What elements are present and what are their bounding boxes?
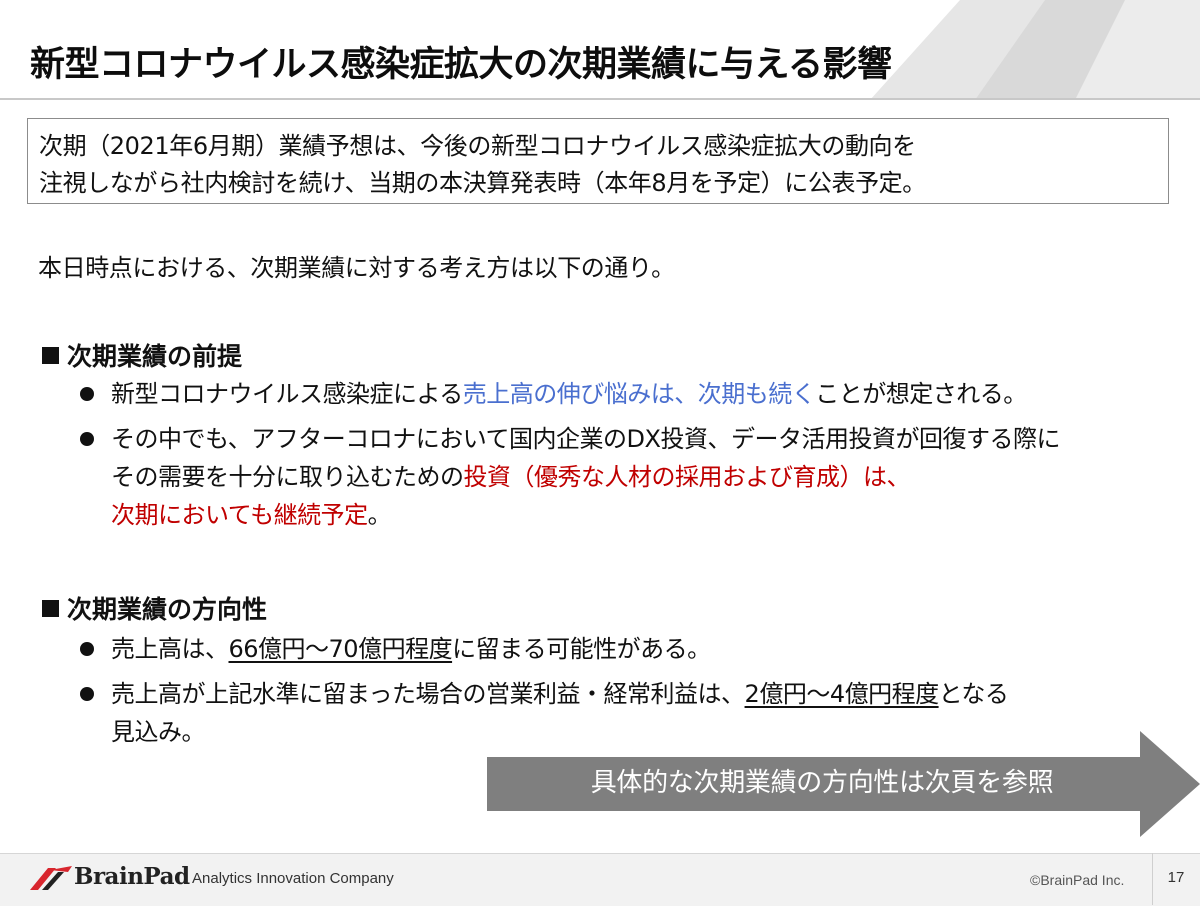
next-page-callout-label: 具体的な次期業績の方向性は次頁を参照 bbox=[590, 768, 1054, 798]
copyright-text: ©BrainPad Inc. bbox=[1030, 872, 1125, 888]
direction-bullet-2-pre: 売上高が上記水準に留まった場合の営業利益・経常利益は、 bbox=[111, 680, 745, 708]
direction-section-heading: 次期業績の方向性 bbox=[42, 590, 267, 626]
premise-heading-label: 次期業績の前提 bbox=[67, 342, 243, 371]
bullet-dot-icon bbox=[80, 687, 94, 701]
corner-decoration bbox=[870, 0, 1200, 100]
intro-text: 本日時点における、次期業績に対する考え方は以下の通り。 bbox=[38, 254, 675, 282]
premise-bullet-2-line-3-post: 。 bbox=[367, 501, 392, 529]
direction-bullet-1-underlined: 66億円～70億円程度 bbox=[228, 635, 453, 663]
slide-title: 新型コロナウイルス感染症拡大の次期業績に与える影響 bbox=[30, 45, 892, 85]
direction-bullet-2-post: となる bbox=[938, 680, 1009, 708]
premise-bullet-1-highlight: 売上高の伸び悩みは、次期も続く bbox=[462, 380, 816, 408]
square-bullet-icon bbox=[42, 346, 59, 364]
notice-line-1: 次期（2021年6月期）業績予想は、今後の新型コロナウイルス感染症拡大の動向を bbox=[39, 132, 916, 160]
direction-bullet-1-text: 売上高は、66億円～70億円程度に留まる可能性がある。 bbox=[111, 630, 711, 668]
direction-bullet-1-pre: 売上高は、 bbox=[111, 635, 229, 663]
square-bullet-icon bbox=[42, 599, 59, 617]
premise-bullet-2-line-3: 次期においても継続予定。 bbox=[111, 496, 1060, 534]
direction-bullet-1-post: に留まる可能性がある。 bbox=[452, 635, 711, 663]
premise-bullet-2-line-2-highlight: 投資（優秀な人材の採用および育成）は、 bbox=[463, 463, 911, 491]
premise-bullet-2-line-1: その中でも、アフターコロナにおいて国内企業のDX投資、データ活用投資が回復する際… bbox=[111, 425, 1060, 453]
direction-bullet-2-underlined: 2億円～4億円程度 bbox=[744, 680, 940, 708]
direction-bullet-1: 売上高は、66億円～70億円程度に留まる可能性がある。 bbox=[80, 630, 711, 668]
premise-section-heading: 次期業績の前提 bbox=[42, 337, 242, 373]
title-divider bbox=[0, 98, 1200, 100]
brainpad-logo-icon bbox=[30, 866, 72, 890]
company-tagline: Analytics Innovation Company bbox=[192, 870, 394, 887]
premise-bullet-2-line-2: その需要を十分に取り込むための投資（優秀な人材の採用および育成）は、 bbox=[111, 458, 1060, 496]
bullet-dot-icon bbox=[80, 642, 94, 656]
brainpad-logo-text: BrainPad bbox=[74, 863, 190, 890]
premise-bullet-2-text: その中でも、アフターコロナにおいて国内企業のDX投資、データ活用投資が回復する際… bbox=[111, 420, 1060, 534]
premise-bullet-1-pre: 新型コロナウイルス感染症による bbox=[111, 380, 463, 408]
forecast-notice-box: 次期（2021年6月期）業績予想は、今後の新型コロナウイルス感染症拡大の動向を … bbox=[27, 118, 1169, 204]
premise-bullet-1: 新型コロナウイルス感染症による売上高の伸び悩みは、次期も続くことが想定される。 bbox=[80, 375, 1027, 413]
premise-bullet-2-line-2-pre: その需要を十分に取り込むための bbox=[111, 463, 464, 491]
bullet-dot-icon bbox=[80, 387, 94, 401]
premise-bullet-2: その中でも、アフターコロナにおいて国内企業のDX投資、データ活用投資が回復する際… bbox=[80, 420, 1060, 534]
bullet-dot-icon bbox=[80, 432, 94, 446]
direction-heading-label: 次期業績の方向性 bbox=[67, 595, 268, 624]
page-number: 17 bbox=[1167, 869, 1185, 886]
premise-bullet-1-text: 新型コロナウイルス感染症による売上高の伸び悩みは、次期も続くことが想定される。 bbox=[111, 375, 1027, 413]
page-number-divider bbox=[1152, 853, 1153, 905]
premise-bullet-1-post: ことが想定される。 bbox=[815, 380, 1027, 408]
direction-bullet-2-line-1: 売上高が上記水準に留まった場合の営業利益・経常利益は、2億円～4億円程度となる bbox=[111, 675, 1009, 713]
notice-line-2: 注視しながら社内検討を続け、当期の本決算発表時（本年8月を予定）に公表予定。 bbox=[39, 169, 926, 197]
premise-bullet-2-line-3-highlight: 次期においても継続予定 bbox=[111, 501, 368, 529]
